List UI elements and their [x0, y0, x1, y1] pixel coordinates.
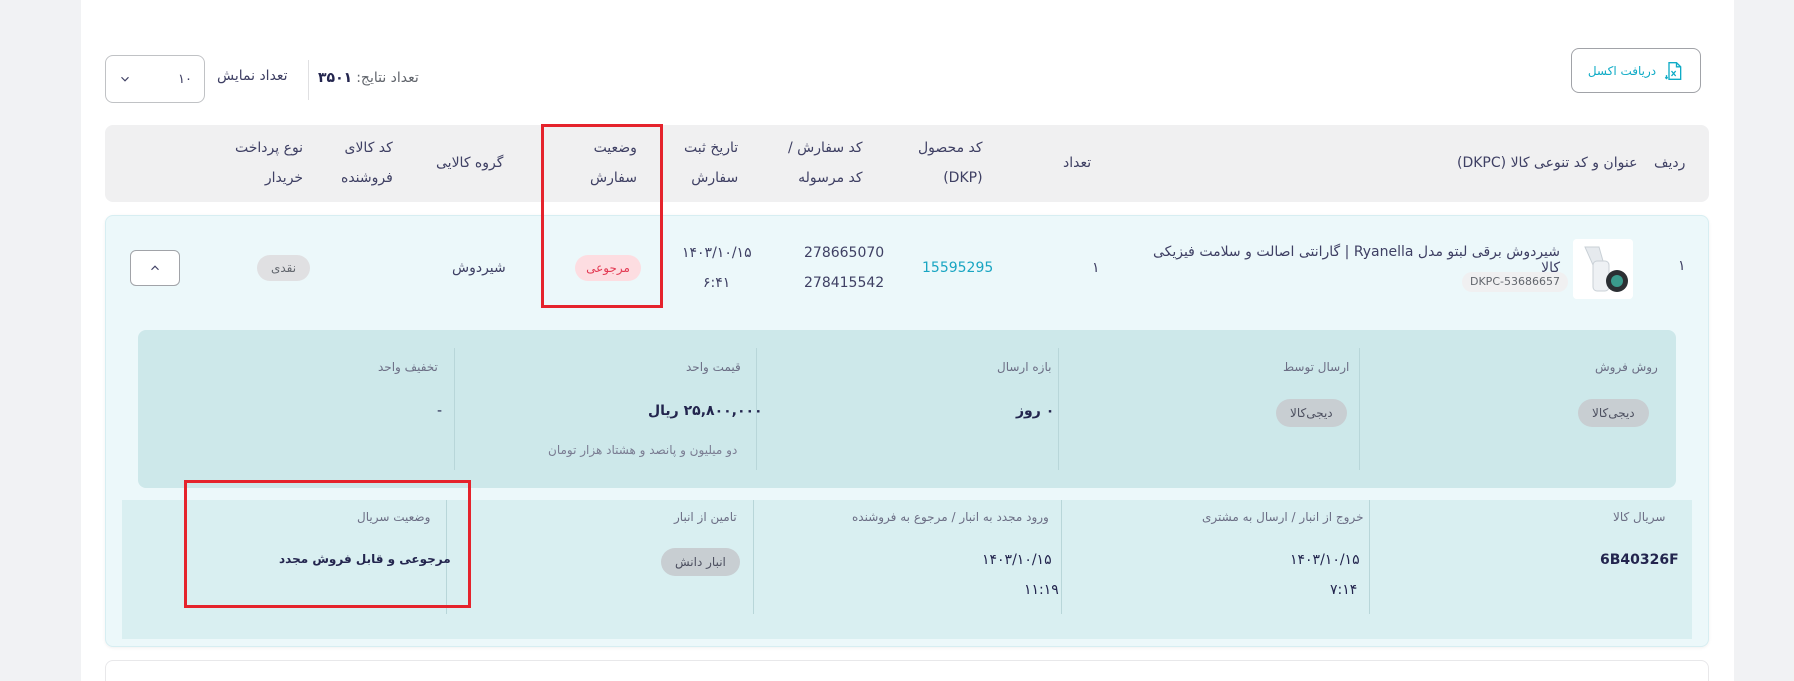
detail-divider — [753, 500, 754, 614]
next-table-row[interactable] — [105, 660, 1709, 681]
display-count-label: تعداد نمایش — [217, 68, 288, 84]
sale-method-badge: دیجی‌کالا — [1578, 399, 1649, 427]
unit-price-value: ۲۵,۸۰۰,۰۰۰ ریال — [648, 403, 763, 419]
chevron-down-icon — [121, 76, 129, 82]
unit-price-words: دو میلیون و پانصد و هشتاد هزار تومان — [548, 443, 738, 457]
product-thumbnail — [1573, 239, 1633, 299]
results-count: تعداد نتایج: ۳۵۰۱ — [318, 68, 419, 88]
header-pay-line1: نوع پرداخت — [235, 140, 304, 156]
detail-divider — [454, 348, 455, 470]
header-order-code-line1: کد سفارش / — [788, 140, 863, 156]
header-product-code: کد محصول (DKP) — [918, 133, 983, 193]
toolbar-divider — [308, 60, 309, 100]
header-date-line2: سفارش — [691, 170, 739, 186]
header-seller-code-line2: فروشنده — [341, 170, 393, 186]
header-seller-code-line1: کد کالای — [344, 140, 393, 156]
header-product-code-line1: کد محصول — [918, 140, 983, 156]
serial-value: 6B40326F — [1600, 552, 1679, 568]
warehouse-supply-label: تامین از انبار — [674, 510, 737, 524]
order-time: ۶:۴۱ — [703, 275, 731, 291]
sale-method-label: روش فروش — [1595, 360, 1658, 374]
excel-file-icon — [1664, 61, 1682, 80]
warehouse-exit-label: خروج از انبار / ارسال به مشتری — [1202, 510, 1364, 524]
detail-divider — [1359, 348, 1360, 470]
header-product-group: گروه کالایی — [436, 155, 504, 171]
header-date-line1: تاریخ ثبت — [684, 140, 739, 156]
header-status-line2: سفارش — [590, 170, 637, 186]
shipped-by-badge: دیجی‌کالا — [1276, 399, 1347, 427]
unit-discount-value: - — [437, 403, 443, 419]
detail-divider — [1061, 500, 1062, 614]
row-qty: ۱ — [1092, 260, 1100, 276]
detail-divider — [1369, 500, 1370, 614]
header-order-code-line2: کد مرسوله — [798, 170, 863, 186]
product-group: شیردوش — [452, 260, 506, 276]
download-excel-button[interactable]: دریافت اکسل — [1571, 48, 1701, 93]
warehouse-exit-time: ۷:۱۴ — [1330, 582, 1358, 598]
serial-status-value: مرجوعی و قابل فروش مجدد — [279, 552, 451, 566]
shipped-by-label: ارسال توسط — [1283, 360, 1350, 374]
header-seller-code: کد کالای فروشنده — [341, 133, 393, 193]
order-code: 278665070 — [804, 245, 885, 261]
header-order-code: کد سفارش / کد مرسوله — [788, 133, 863, 193]
results-label: تعداد نتایج: — [356, 70, 419, 86]
chevron-up-icon — [151, 265, 159, 271]
collapse-row-button[interactable] — [130, 250, 180, 286]
sale-details-panel — [138, 330, 1676, 488]
row-index: ۱ — [1678, 258, 1686, 274]
order-status-badge: مرجوعی — [575, 255, 641, 281]
header-qty: تعداد — [1063, 155, 1092, 171]
header-pay-line2: خریدار — [264, 170, 304, 186]
header-row-index: ردیف — [1654, 155, 1686, 171]
header-status-line1: وضعیت — [593, 140, 637, 156]
ship-window-label: بازه ارسال — [997, 360, 1052, 374]
order-date: ۱۴۰۳/۱۰/۱۵ — [682, 245, 752, 261]
ship-window-value: ۰ روز — [1016, 403, 1055, 419]
header-title: عنوان و کد تنوعی کالا (DKPC) — [1457, 155, 1638, 171]
serial-status-label: وضعیت سریال — [357, 510, 431, 524]
serial-label: سریال کالا — [1613, 510, 1666, 524]
warehouse-supply-badge: انبار دانش — [661, 548, 740, 576]
unit-price-label: قیمت واحد — [686, 360, 741, 374]
shipment-code: 278415542 — [804, 275, 885, 291]
dkpc-badge: DKPC-53686657 — [1462, 272, 1568, 292]
reentry-label: ورود مجدد به انبار / مرجوع به فروشنده — [852, 510, 1049, 524]
reentry-time: ۱۱:۱۹ — [1024, 582, 1059, 598]
payment-type-badge: نقدی — [257, 255, 310, 281]
detail-divider — [1058, 348, 1059, 470]
header-order-status: وضعیت سفارش — [590, 133, 637, 193]
unit-discount-label: تخفیف واحد — [378, 360, 438, 374]
download-excel-label: دریافت اکسل — [1587, 63, 1657, 78]
reentry-date: ۱۴۰۳/۱۰/۱۵ — [982, 552, 1052, 568]
breast-pump-image-icon — [1573, 239, 1633, 299]
display-count-select[interactable]: ۱۰ — [105, 55, 205, 103]
header-order-date: تاریخ ثبت سفارش — [684, 133, 738, 193]
header-product-code-line2: (DKP) — [943, 170, 983, 186]
warehouse-exit-date: ۱۴۰۳/۱۰/۱۵ — [1290, 552, 1360, 568]
header-payment-type: نوع پرداخت خریدار — [235, 133, 303, 193]
results-value: ۳۵۰۱ — [318, 70, 353, 86]
display-count-value: ۱۰ — [178, 71, 192, 87]
product-code-link[interactable]: 15595295 — [922, 260, 993, 276]
